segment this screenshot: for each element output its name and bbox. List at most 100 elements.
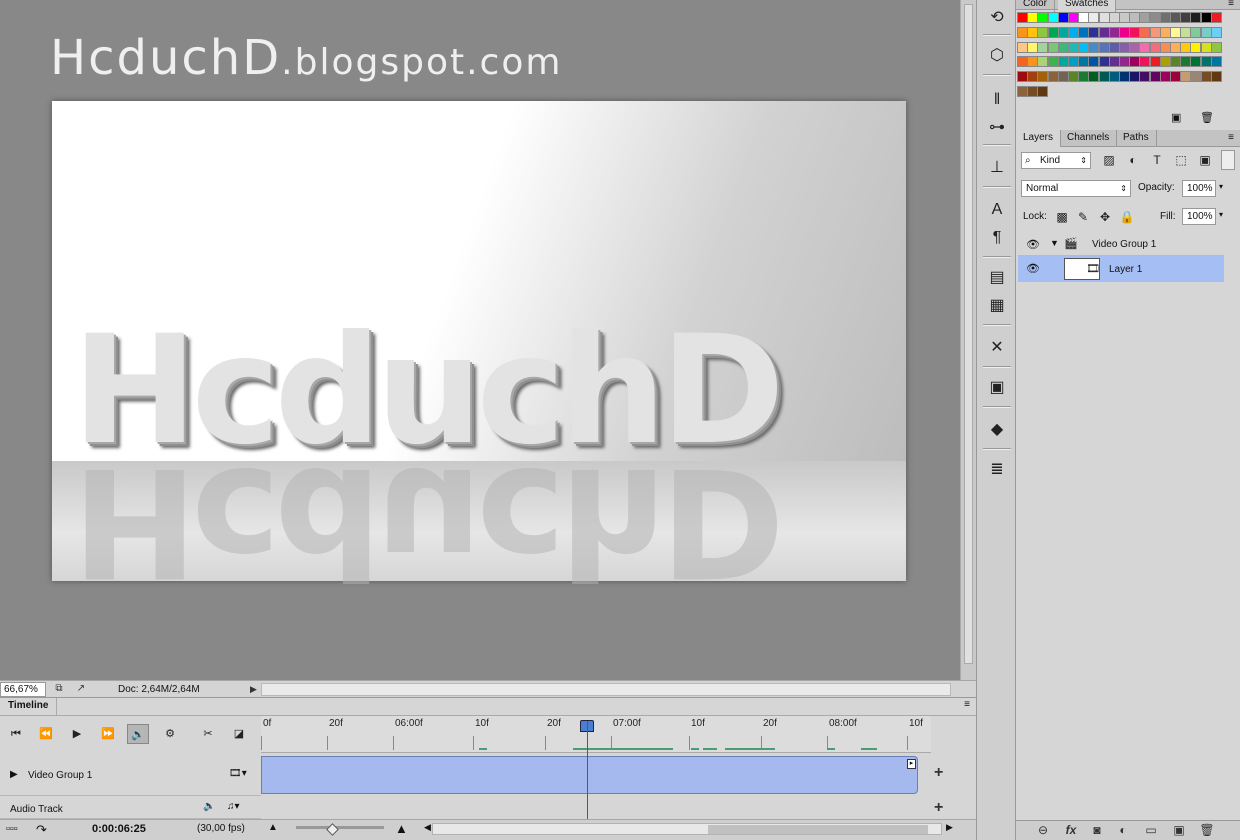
layer-comps-icon[interactable]: ▣ — [985, 376, 1009, 400]
panel-menu-icon[interactable]: ≡ — [1228, 0, 1234, 9]
status-menu-arrow-icon[interactable]: ▶ — [250, 684, 257, 695]
add-audio-button[interactable]: + — [934, 799, 943, 817]
new-swatch-icon[interactable]: ▣ — [1171, 111, 1181, 124]
swatch[interactable] — [1210, 71, 1222, 83]
zoom-in-icon[interactable]: ▲ — [395, 821, 408, 836]
previous-frame-button[interactable]: ⏪ — [35, 724, 57, 744]
history-icon[interactable]: ⟲ — [985, 6, 1009, 30]
trash-icon[interactable]: 🗑 — [1198, 823, 1216, 837]
notes-icon[interactable]: ▦ — [985, 294, 1009, 318]
clone-source-icon[interactable]: ⊥ — [985, 156, 1009, 180]
filter-toggle-switch[interactable] — [1221, 150, 1235, 170]
swatch[interactable] — [1210, 56, 1222, 68]
go-to-first-frame-button[interactable]: ⏮ — [5, 724, 27, 744]
scroll-thumb[interactable] — [964, 4, 973, 664]
scroll-right-icon[interactable]: ▶ — [946, 822, 953, 833]
chevron-updown-icon: ⇕ — [1120, 184, 1127, 193]
new-group-folder-icon[interactable]: ▭ — [1142, 823, 1160, 837]
render-video-icon[interactable]: ↷ — [36, 822, 47, 838]
lock-image-pixels-brush-icon[interactable]: ✎ — [1075, 209, 1091, 225]
zoom-out-icon[interactable]: ▲ — [268, 822, 278, 833]
audio-mute-button[interactable]: 🔊 — [127, 724, 149, 744]
swatch[interactable] — [1210, 26, 1222, 38]
timing-icon[interactable]: ⧉ — [50, 683, 68, 696]
timeline-horizontal-scrollbar[interactable] — [432, 823, 942, 835]
trash-icon[interactable]: 🗑 — [1200, 111, 1214, 124]
divider — [983, 186, 1011, 188]
document-canvas-area[interactable]: HcduchD.blogspot.com HcduchD HcduchD — [0, 0, 960, 680]
settings-gear-icon[interactable]: ⚙ — [159, 724, 181, 744]
panel-menu-icon[interactable]: ≡ — [964, 699, 970, 710]
track-video-group[interactable]: ▶ Video Group 1 🎞▾ — [0, 756, 261, 796]
pixel-layer-filter-icon[interactable]: ▨ — [1101, 152, 1117, 168]
zoom-level-field[interactable]: 66,67% — [0, 681, 46, 697]
type-layer-filter-icon[interactable]: T — [1149, 152, 1165, 168]
timeline-panel-icon[interactable]: ≣ — [985, 458, 1009, 482]
lock-transparent-pixels-icon[interactable]: ▩ — [1054, 209, 1070, 225]
swatch[interactable] — [1037, 86, 1049, 97]
work-area-segment — [479, 748, 487, 750]
canvas-vertical-scrollbar[interactable] — [960, 0, 976, 680]
tool-presets-icon[interactable]: ✕ — [985, 336, 1009, 360]
document-image[interactable]: HcduchD HcduchD — [52, 101, 906, 608]
paragraph-icon[interactable]: ¶ — [985, 226, 1009, 250]
link-layers-icon[interactable]: ⊖ — [1034, 823, 1052, 837]
film-strip-icon[interactable]: 🎞▾ — [229, 768, 247, 779]
speaker-icon[interactable]: 🔈 — [203, 801, 215, 812]
add-media-button[interactable]: + — [934, 764, 943, 782]
chevron-down-icon[interactable]: ▾ — [1219, 182, 1223, 191]
canvas-horizontal-scrollbar[interactable] — [260, 682, 951, 696]
expand-triangle-icon[interactable]: ▶ — [10, 769, 18, 780]
track-audio[interactable]: Audio Track 🔈 ♫▾ — [0, 796, 261, 819]
3d-cube-icon[interactable]: ◆ — [985, 418, 1009, 442]
scroll-thumb[interactable] — [708, 825, 928, 834]
panel-menu-icon[interactable]: ≡ — [1228, 132, 1234, 143]
music-note-icon[interactable]: ♫▾ — [227, 801, 240, 812]
eye-visibility-icon[interactable]: 👁 — [1026, 262, 1040, 275]
adjustments-icon[interactable]: ⊶ — [985, 116, 1009, 140]
swatch[interactable] — [1210, 41, 1222, 53]
expand-triangle-icon[interactable]: ▼ — [1050, 238, 1059, 248]
info-panel-icon[interactable]: ▤ — [985, 266, 1009, 290]
brush-presets-icon[interactable]: ǁ — [985, 88, 1009, 112]
ruler-tick-label: 10f — [909, 718, 923, 729]
blend-mode-dropdown[interactable]: Normal ⇕ — [1021, 180, 1131, 197]
tab-channels[interactable]: Channels — [1060, 130, 1118, 147]
fx-layer-style-icon[interactable]: fx — [1062, 823, 1080, 837]
split-at-playhead-scissors-icon[interactable]: ✂ — [197, 724, 219, 744]
smart-object-filter-icon[interactable]: ▣ — [1197, 152, 1213, 168]
watermark-main: HcduchD — [50, 30, 282, 86]
add-mask-icon[interactable]: ◙ — [1088, 823, 1106, 837]
filter-kind-dropdown[interactable]: ⌕ Kind ⇕ — [1021, 152, 1091, 169]
next-frame-button[interactable]: ⏩ — [97, 724, 119, 744]
watermark-domain: .blogspot.com — [281, 42, 563, 83]
eye-visibility-icon[interactable]: 👁 — [1026, 238, 1040, 251]
share-icon[interactable]: ↗ — [72, 683, 90, 696]
layer-row-video-group[interactable]: 👁 ▼ 🎬 Video Group 1 — [1018, 234, 1224, 256]
fill-field[interactable]: 100% — [1182, 208, 1216, 225]
tab-layers[interactable]: Layers — [1016, 130, 1062, 147]
layer-row-layer-1[interactable]: 👁 🎞 Layer 1 — [1018, 256, 1224, 282]
swatch[interactable] — [1210, 12, 1222, 23]
new-layer-icon[interactable]: ▣ — [1170, 823, 1188, 837]
chevron-down-icon[interactable]: ▾ — [1219, 210, 1223, 219]
lock-position-move-icon[interactable]: ✥ — [1097, 209, 1113, 225]
shape-layer-filter-icon[interactable]: ⬚ — [1173, 152, 1189, 168]
tab-paths[interactable]: Paths — [1116, 130, 1157, 147]
character-icon[interactable]: A — [985, 198, 1009, 222]
ruler-tick-label: 10f — [691, 718, 705, 729]
tab-timeline[interactable]: Timeline — [0, 698, 58, 715]
video-clip[interactable] — [261, 756, 918, 794]
work-area-segment — [827, 748, 835, 750]
new-adjustment-layer-icon[interactable]: ◐ — [1114, 823, 1132, 837]
transition-icon[interactable]: ◪ — [228, 724, 250, 744]
adjustment-layer-filter-icon[interactable]: ◐ — [1125, 152, 1141, 168]
frame-mode-icon[interactable]: ▫▫▫ — [6, 823, 18, 835]
3d-icon[interactable]: ⬡ — [985, 44, 1009, 68]
timeline-zoom-slider[interactable] — [296, 826, 384, 829]
opacity-field[interactable]: 100% — [1182, 180, 1216, 197]
lock-all-icon[interactable]: 🔒 — [1119, 209, 1135, 225]
scroll-left-icon[interactable]: ◀ — [424, 822, 431, 833]
clip-end-handle-icon[interactable]: ▸ — [907, 759, 916, 769]
play-button[interactable]: ▶ — [66, 724, 88, 744]
